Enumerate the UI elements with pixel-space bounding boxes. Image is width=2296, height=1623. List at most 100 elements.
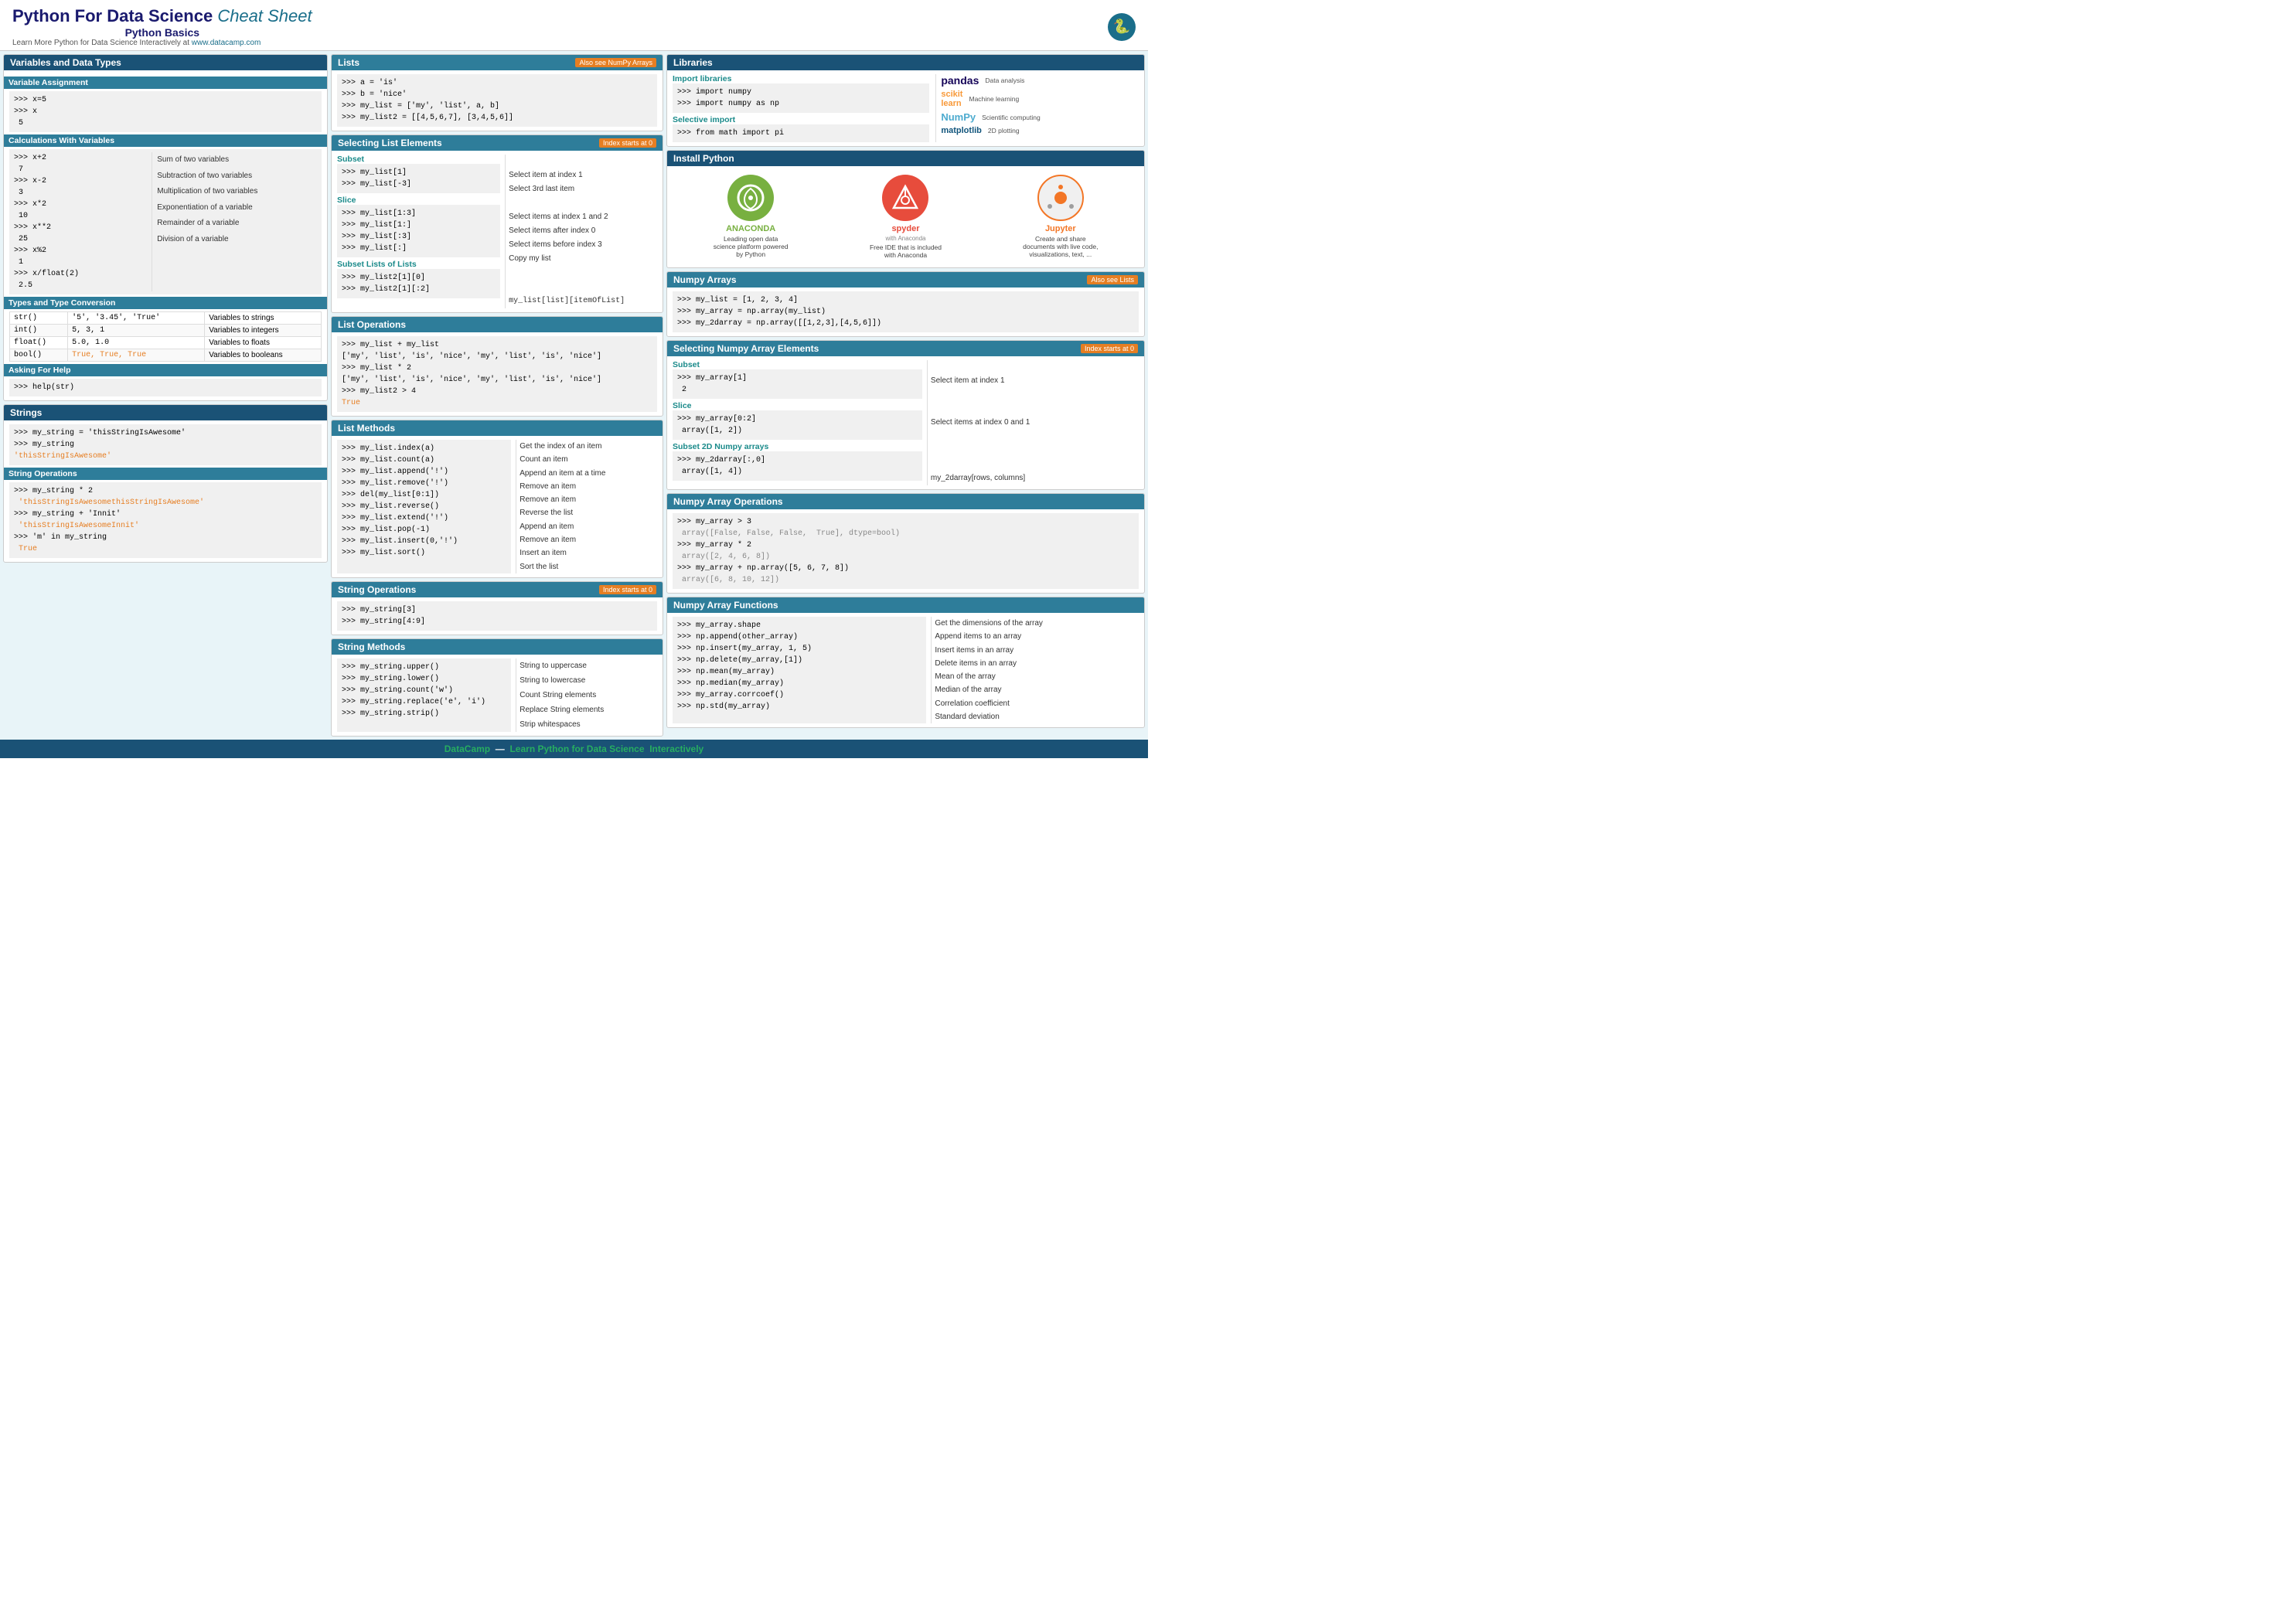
anaconda-icon (735, 182, 766, 213)
numpy-selecting-header: Selecting Numpy Array Elements Index sta… (667, 341, 1144, 356)
numpy-body: >>> my_list = [1, 2, 3, 4] >>> my_array … (667, 288, 1144, 336)
selecting-list-section: Selecting List Elements Index starts at … (331, 134, 663, 313)
variables-body: Variable Assignment >>> x=5 >>> x 5 Calc… (4, 70, 327, 400)
spyder-desc: Free IDE that is included with Anaconda (867, 243, 944, 259)
string-ops-code: >>> my_string * 2 'thisStringIsAwesometh… (9, 482, 322, 558)
selecting-list-header: Selecting List Elements Index starts at … (332, 135, 663, 151)
footer: DataCamp — Learn Python for Data Science… (0, 740, 1148, 758)
string-methods-section: String Methods >>> my_string.upper() >>>… (331, 638, 663, 737)
string-ops-mid-header: String Operations Index starts at 0 (332, 582, 663, 597)
list-ops-code: >>> my_list + my_list ['my', 'list', 'is… (337, 336, 657, 412)
sklearn-logo: scikitlearn (941, 90, 962, 108)
libraries-body: Import libraries >>> import numpy >>> im… (667, 70, 1144, 146)
lists-section: Lists Also see NumPy Arrays >>> a = 'is'… (331, 54, 663, 131)
numpy-code: >>> my_list = [1, 2, 3, 4] >>> my_array … (673, 291, 1139, 332)
table-row: int() 5, 3, 1 Variables to integers (10, 325, 322, 337)
list-methods-body: >>> my_list.index(a) >>> my_list.count(a… (332, 436, 663, 577)
jupyter-name: Jupyter (1045, 224, 1076, 233)
right-column: Libraries Import libraries >>> import nu… (666, 54, 1145, 737)
numpy-subset-label: Subset (673, 360, 922, 369)
pandas-desc: Data analysis (985, 77, 1024, 84)
assignment-code: >>> x=5 >>> x 5 (9, 91, 322, 132)
selective-import-label: Selective import (673, 115, 929, 124)
lists-header: Lists Also see NumPy Arrays (332, 55, 663, 70)
subset-code: >>> my_list[1] >>> my_list[-3] (337, 164, 500, 193)
strings-code: >>> my_string = 'thisStringIsAwesome' >>… (9, 424, 322, 465)
help-header: Asking For Help (4, 364, 327, 376)
string-ops-mid-section: String Operations Index starts at 0 >>> … (331, 581, 663, 635)
types-table: str() '5', '3.45', 'True' Variables to s… (9, 311, 322, 362)
numpy-section: Numpy Arrays Also see Lists >>> my_list … (666, 271, 1145, 337)
strings-section: Strings >>> my_string = 'thisStringIsAwe… (3, 404, 328, 563)
import-libs-label: Import libraries (673, 74, 929, 83)
slice-label: Slice (337, 196, 500, 205)
main-title: Python For Data Science Cheat Sheet (12, 6, 312, 26)
numpy-ops-body: >>> my_array > 3 array([False, False, Fa… (667, 509, 1144, 593)
calc-code: >>> x+2 7 >>> x-2 3 >>> x*2 10 >>> x**2 … (9, 149, 322, 294)
list-methods-code: >>> my_list.index(a) >>> my_list.count(a… (337, 440, 511, 573)
slice-code: >>> my_list[1:3] >>> my_list[1:] >>> my_… (337, 205, 500, 257)
matplotlib-desc: 2D plotting (988, 127, 1020, 134)
jupyter-desc: Create and share documents with live cod… (1022, 235, 1099, 258)
spyder-item: spyder with Anaconda Free IDE that is in… (867, 175, 944, 259)
install-body: ANACONDA Leading open data science platf… (667, 166, 1144, 267)
anaconda-item: ANACONDA Leading open data science platf… (712, 175, 789, 258)
numpy-desc: Scientific computing (982, 114, 1041, 121)
list-methods-header: List Methods (332, 420, 663, 436)
numpy-ops-section: Numpy Array Operations >>> my_array > 3 … (666, 493, 1145, 594)
lists-body: >>> a = 'is' >>> b = 'nice' >>> my_list … (332, 70, 663, 131)
footer-tagline: Learn Python for Data Science (509, 743, 644, 754)
types-header: Types and Type Conversion (4, 297, 327, 309)
string-ops-mid-code: >>> my_string[3] >>> my_string[4:9] (337, 601, 657, 631)
numpy-functions-section: Numpy Array Functions >>> my_array.shape… (666, 597, 1145, 728)
assignment-header: Variable Assignment (4, 77, 327, 89)
subset-lists-label: Subset Lists of Lists (337, 260, 500, 269)
string-ops-header: String Operations (4, 468, 327, 480)
subtitle: Python Basics (12, 26, 312, 39)
header-sub: Learn More Python for Data Science Inter… (12, 39, 261, 47)
help-code: >>> help(str) (9, 379, 322, 396)
string-methods-code: >>> my_string.upper() >>> my_string.lowe… (337, 658, 511, 732)
libraries-header: Libraries (667, 55, 1144, 70)
calc-header: Calculations With Variables (4, 134, 327, 147)
anaconda-desc: Leading open data science platform power… (712, 235, 789, 258)
string-methods-body: >>> my_string.upper() >>> my_string.lowe… (332, 655, 663, 736)
numpy-slice-label: Slice (673, 401, 922, 410)
variables-header: Variables and Data Types (4, 55, 327, 70)
numpy-functions-code: >>> my_array.shape >>> np.append(other_a… (673, 617, 926, 723)
subset-label: Subset (337, 155, 500, 164)
list-methods-section: List Methods >>> my_list.index(a) >>> my… (331, 420, 663, 578)
selecting-list-body: Subset >>> my_list[1] >>> my_list[-3] Sl… (332, 151, 663, 312)
numpy-ops-header: Numpy Array Operations (667, 494, 1144, 509)
strings-body: >>> my_string = 'thisStringIsAwesome' >>… (4, 420, 327, 562)
footer-tagline-colored: Interactively (649, 743, 703, 754)
jupyter-item: Jupyter Create and share documents with … (1022, 175, 1099, 258)
selective-code: >>> from math import pi (673, 124, 929, 142)
numpy-logo: NumPy (941, 111, 976, 123)
string-methods-header: String Methods (332, 639, 663, 655)
lists-code: >>> a = 'is' >>> b = 'nice' >>> my_list … (337, 74, 657, 127)
page-header: Python For Data Science Cheat Sheet Pyth… (0, 0, 1148, 51)
title-block: Python For Data Science Cheat Sheet Pyth… (12, 6, 312, 47)
spyder-subtitle: with Anaconda (885, 235, 925, 242)
sklearn-desc: Machine learning (969, 95, 1019, 103)
table-row: str() '5', '3.45', 'True' Variables to s… (10, 312, 322, 325)
main-content: Variables and Data Types Variable Assign… (0, 51, 1148, 740)
subset-lists-code: >>> my_list2[1][0] >>> my_list2[1][:2] (337, 269, 500, 298)
table-row: float() 5.0, 1.0 Variables to floats (10, 337, 322, 349)
numpy-header: Numpy Arrays Also see Lists (667, 272, 1144, 288)
pandas-logo: pandas (941, 74, 979, 87)
install-section: Install Python (666, 150, 1145, 268)
numpy-slice-code: >>> my_array[0:2] array([1, 2]) (673, 410, 922, 440)
numpy-subset-code: >>> my_array[1] 2 (673, 369, 922, 399)
install-header: Install Python (667, 151, 1144, 166)
anaconda-name: ANACONDA (726, 224, 775, 233)
left-column: Variables and Data Types Variable Assign… (3, 54, 328, 737)
strings-header: Strings (4, 405, 327, 420)
numpy-selecting-section: Selecting Numpy Array Elements Index sta… (666, 340, 1145, 490)
import-code: >>> import numpy >>> import numpy as np (673, 83, 929, 113)
mid-column: Lists Also see NumPy Arrays >>> a = 'is'… (331, 54, 663, 737)
numpy-subset2d-label: Subset 2D Numpy arrays (673, 442, 922, 451)
spyder-name: spyder (891, 224, 919, 233)
footer-brand: DataCamp (445, 743, 490, 754)
